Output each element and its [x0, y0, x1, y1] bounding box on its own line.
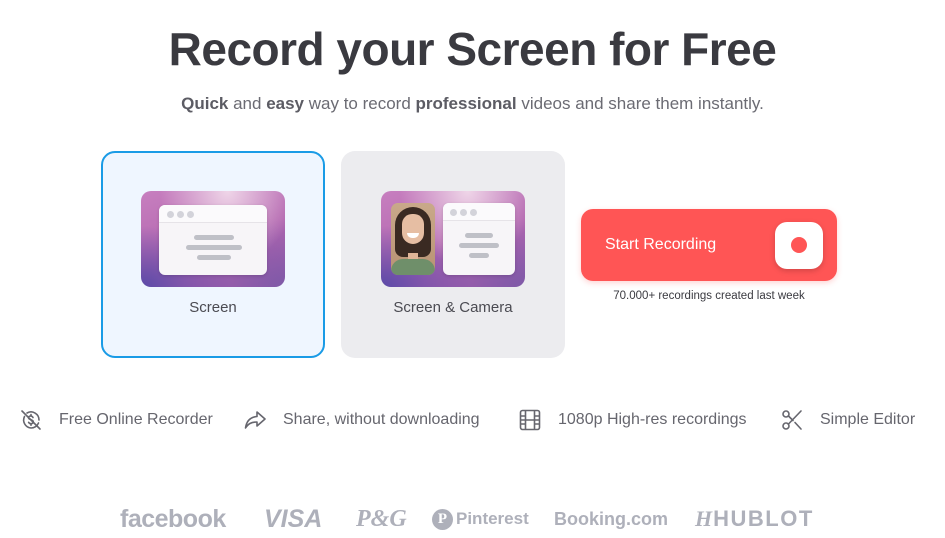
- hublot-icon: H: [695, 506, 712, 531]
- scissors-icon: [782, 410, 802, 430]
- text-line: [197, 255, 231, 260]
- window-dot: [167, 211, 174, 218]
- webcam-and-window-illustration: [381, 191, 525, 287]
- visa-logo: VISA: [264, 504, 323, 533]
- mode-label: Screen & Camera: [393, 299, 513, 316]
- record-dot: [791, 237, 807, 253]
- window-dot: [187, 211, 194, 218]
- window-mockup: [443, 203, 515, 275]
- mode-label: Screen: [189, 299, 237, 316]
- pinterest-icon: P: [432, 508, 453, 530]
- browser-window-illustration: [141, 191, 285, 287]
- feature-free-online-recorder: Free Online Recorder: [19, 407, 213, 433]
- mode-card-screen[interactable]: Screen: [101, 151, 325, 358]
- film-strip-icon: [519, 409, 541, 431]
- share-arrow-icon: [244, 411, 266, 429]
- window-dot: [460, 209, 467, 216]
- window-dot: [177, 211, 184, 218]
- hublot-logo: H HUBLOT: [695, 502, 814, 536]
- booking-logo: Booking.com: [554, 508, 669, 529]
- text-line: [194, 235, 234, 240]
- window-dot: [450, 209, 457, 216]
- mode-card-screen-camera[interactable]: Screen & Camera: [341, 151, 565, 358]
- customer-logos: facebook VISA P&G P Pinterest Booking.co…: [0, 502, 945, 536]
- facebook-logo: facebook: [120, 504, 226, 533]
- pinterest-logo: P Pinterest: [432, 502, 529, 536]
- webcam-person-image: [391, 203, 435, 275]
- shirt: [391, 259, 435, 275]
- subtitle-part: Quick: [181, 94, 229, 113]
- feature-share-without-downloading: Share, without downloading: [243, 407, 480, 433]
- window-mockup: [159, 205, 267, 275]
- window-titlebar: [443, 203, 515, 221]
- start-recording-button[interactable]: Start Recording: [581, 209, 837, 281]
- pg-logo: P&G: [356, 505, 407, 532]
- text-line: [459, 243, 499, 248]
- feature-label: Free Online Recorder: [59, 411, 213, 428]
- feature-label: Share, without downloading: [283, 411, 480, 428]
- feature-label: Simple Editor: [820, 411, 916, 428]
- feature-simple-editor: Simple Editor: [780, 407, 915, 433]
- subtitle-part: way to record: [304, 94, 416, 113]
- subtitle-part: and: [228, 94, 267, 113]
- text-line: [469, 253, 489, 258]
- recordings-count-note: 70.000+ recordings created last week: [613, 290, 805, 302]
- pinterest-wordmark: Pinterest: [456, 509, 529, 528]
- subtitle-part: professional: [415, 94, 517, 113]
- features-row: Free Online Recorder Share, without down…: [0, 407, 945, 433]
- window-dot: [470, 209, 477, 216]
- start-recording-label: Start Recording: [605, 236, 717, 253]
- page-subtitle: Quick and easy way to record professiona…: [0, 94, 945, 114]
- face: [402, 214, 424, 244]
- subtitle-part: easy: [266, 94, 305, 113]
- no-cost-icon: [21, 410, 41, 430]
- window-titlebar: [159, 205, 267, 223]
- hublot-wordmark: HUBLOT: [713, 506, 814, 531]
- text-line: [186, 245, 242, 250]
- subtitle-part: videos and share them instantly.: [516, 94, 764, 113]
- record-dot-icon: [775, 222, 823, 269]
- text-line: [465, 233, 493, 238]
- page-title: Record your Screen for Free: [168, 23, 777, 75]
- feature-label: 1080p High-res recordings: [558, 411, 747, 428]
- feature-1080p-high-res: 1080p High-res recordings: [518, 407, 747, 433]
